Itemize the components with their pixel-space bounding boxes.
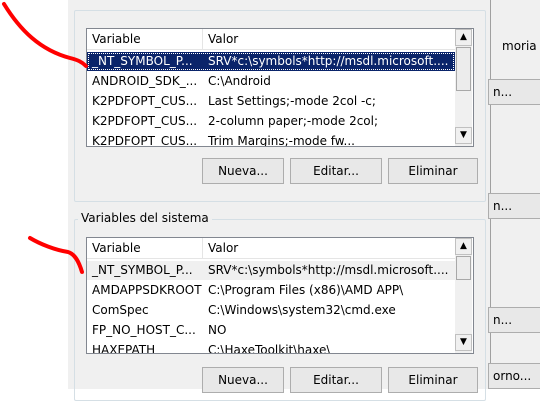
list-header: Variable Valor <box>87 238 455 259</box>
scroll-down-arrow-icon[interactable]: ▼ <box>455 127 472 144</box>
table-row[interactable]: AMDAPPSDKROOT C:\Program Files (x86)\AMD… <box>87 281 455 300</box>
row-variable-name: K2PDFOPT_CUS... <box>92 94 198 108</box>
row-variable-value: SRV*c:\symbols*http://msdl.microsoft.... <box>208 54 449 68</box>
table-row[interactable]: _NT_SYMBOL_P... SRV*c:\symbols*http://ms… <box>87 52 455 71</box>
row-variable-value: C:\HaxeToolkit\haxe\ <box>208 343 331 354</box>
table-row[interactable]: ANDROID_SDK_... C:\Android <box>87 72 455 91</box>
red-annotation-stroke-top <box>2 2 88 68</box>
table-row[interactable]: ComSpec C:\Windows\system32\cmd.exe <box>87 301 455 320</box>
system-edit-button[interactable]: Editar... <box>290 367 382 393</box>
scroll-down-arrow-icon[interactable]: ▼ <box>455 334 472 351</box>
vertical-scrollbar[interactable]: ▲ ▼ <box>455 238 472 353</box>
table-row[interactable]: FP_NO_HOST_C... NO <box>87 321 455 340</box>
memory-label: moria <box>502 39 537 53</box>
column-header-value[interactable]: Valor <box>203 29 455 49</box>
row-variable-name: K2PDFOPT_CUS... <box>92 114 198 128</box>
settings-button[interactable]: n... <box>488 193 540 219</box>
row-variable-value: Trim Margins;-mode fw... <box>208 134 355 147</box>
row-variable-value: SRV*c:\symbols*http://msdl.microsoft.... <box>208 263 449 277</box>
environment-button[interactable]: orno... <box>488 363 540 389</box>
settings-button[interactable]: n... <box>488 307 540 333</box>
row-variable-name: _NT_SYMBOL_P... <box>92 54 193 68</box>
row-variable-name: ComSpec <box>92 303 149 317</box>
row-variable-value: C:\Android <box>208 74 271 88</box>
system-variables-list[interactable]: Variable Valor _NT_SYMBOL_P... SRV*c:\sy… <box>86 237 474 354</box>
scrollbar-thumb[interactable] <box>456 47 471 91</box>
row-variable-value: C:\Windows\system32\cmd.exe <box>208 303 396 317</box>
row-variable-value: Last Settings;-mode 2col -c; <box>208 94 376 108</box>
column-header-variable[interactable]: Variable <box>87 238 203 258</box>
column-header-variable[interactable]: Variable <box>87 29 203 49</box>
scroll-up-arrow-icon[interactable]: ▲ <box>455 238 472 255</box>
row-variable-value: NO <box>208 323 227 337</box>
user-edit-button[interactable]: Editar... <box>290 158 382 184</box>
red-annotation-stroke-bottom <box>28 236 84 274</box>
row-variable-name: FP_NO_HOST_C... <box>92 323 196 337</box>
vertical-scrollbar[interactable]: ▲ ▼ <box>455 29 472 146</box>
table-row[interactable]: K2PDFOPT_CUS... Last Settings;-mode 2col… <box>87 92 455 111</box>
scrollbar-thumb[interactable] <box>456 256 471 280</box>
user-delete-button[interactable]: Eliminar <box>388 158 478 184</box>
row-variable-name: HAXEPATH <box>92 343 156 354</box>
column-header-value[interactable]: Valor <box>203 238 455 258</box>
row-variable-name: AMDAPPSDKROOT <box>92 283 202 297</box>
row-variable-name: ANDROID_SDK_... <box>92 74 198 88</box>
red-annotation-marks <box>2 2 88 274</box>
row-variable-name: _NT_SYMBOL_P... <box>92 263 193 277</box>
row-variable-value: 2-column paper;-mode 2col; <box>208 114 379 128</box>
table-row[interactable]: K2PDFOPT_CUS... 2-column paper;-mode 2co… <box>87 112 455 131</box>
scroll-up-arrow-icon[interactable]: ▲ <box>455 29 472 46</box>
table-row[interactable]: HAXEPATH C:\HaxeToolkit\haxe\ <box>87 341 455 354</box>
list-header: Variable Valor <box>87 29 455 50</box>
user-variables-list[interactable]: Variable Valor _NT_SYMBOL_P... SRV*c:\sy… <box>86 28 474 147</box>
row-variable-value: C:\Program Files (x86)\AMD APP\ <box>208 283 404 297</box>
user-new-button[interactable]: Nueva... <box>202 158 284 184</box>
row-variable-name: K2PDFOPT_CUS... <box>92 134 198 147</box>
system-delete-button[interactable]: Eliminar <box>388 367 478 393</box>
table-row[interactable]: K2PDFOPT_CUS... Trim Margins;-mode fw... <box>87 132 455 147</box>
table-row[interactable]: _NT_SYMBOL_P... SRV*c:\symbols*http://ms… <box>87 261 455 280</box>
settings-button[interactable]: n... <box>488 79 540 105</box>
system-new-button[interactable]: Nueva... <box>202 367 284 393</box>
